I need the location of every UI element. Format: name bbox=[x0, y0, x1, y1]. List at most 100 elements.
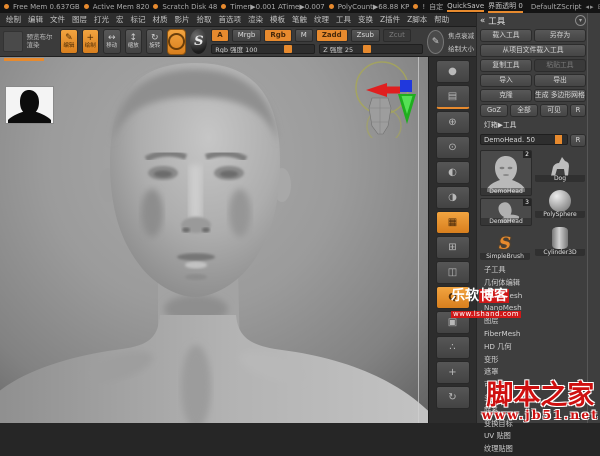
menu-texture[interactable]: 纹理 bbox=[314, 14, 329, 25]
dots-icon[interactable]: ∴ bbox=[436, 336, 470, 359]
alert-mark: ! bbox=[422, 3, 425, 11]
active-tool-slider[interactable]: DemoHead. 50 bbox=[480, 134, 568, 145]
menu-stroke[interactable]: 笔触 bbox=[292, 14, 307, 25]
goz-visible-button[interactable]: 可见 bbox=[540, 104, 568, 117]
menu-picker[interactable]: 拾取 bbox=[197, 14, 212, 25]
paste-tool-button[interactable]: 粘贴工具 bbox=[534, 59, 586, 72]
tool-thumb-demohead[interactable]: 2 DemoHead bbox=[480, 150, 532, 196]
draw-size-slider[interactable]: 绘制大小 bbox=[448, 43, 475, 53]
menu-stencil[interactable]: 模板 bbox=[270, 14, 285, 25]
material-sphere-icon[interactable]: ● bbox=[436, 60, 470, 83]
camview-axis-widget[interactable] bbox=[354, 60, 426, 138]
custom-label: 自定 bbox=[429, 2, 443, 12]
mrgb-toggle[interactable]: Mrgb bbox=[232, 29, 262, 42]
focal-shift-icon[interactable]: ✎ bbox=[427, 30, 444, 54]
rgb-intensity-slider[interactable]: Rgb 强度 100 bbox=[211, 44, 315, 54]
quicksave-button[interactable]: QuickSave bbox=[447, 2, 484, 12]
draw-mode-button[interactable]: + 绘制 bbox=[82, 29, 99, 54]
edit-mode-button[interactable]: ✎ 编辑 bbox=[60, 29, 77, 54]
save-as-button[interactable]: 另存为 bbox=[534, 29, 586, 42]
rotate-mode-button[interactable]: ↻ 旋转 bbox=[146, 29, 163, 54]
zsub-toggle[interactable]: Zsub bbox=[351, 29, 380, 42]
scroll-icon[interactable]: ⊕ bbox=[436, 111, 470, 134]
palette-header[interactable]: « 工具 ▾ bbox=[480, 14, 586, 27]
menu-movie[interactable]: 影片 bbox=[175, 14, 190, 25]
menu-marker[interactable]: 标记 bbox=[131, 14, 146, 25]
menu-zplugin[interactable]: Z插件 bbox=[380, 14, 400, 25]
floor-grid-icon[interactable]: ⊞ bbox=[436, 236, 470, 259]
sculpt-canvas[interactable] bbox=[0, 57, 428, 423]
default-zscript-button[interactable]: DefaultZScript bbox=[531, 3, 582, 11]
menu-render[interactable]: 渲染 bbox=[248, 14, 263, 25]
import-button[interactable]: 导入 bbox=[480, 74, 532, 87]
z-intensity-slider[interactable]: Z 强度 25 bbox=[319, 44, 423, 54]
tool-thumb-dog[interactable]: Dog bbox=[535, 150, 585, 182]
status-dot-icon bbox=[4, 4, 9, 9]
lightbox-tool-button[interactable]: 灯箱▶工具 bbox=[480, 119, 586, 132]
clone-button[interactable]: 克隆 bbox=[480, 89, 532, 102]
collapse-arrow-icon[interactable]: « bbox=[480, 16, 485, 26]
zadd-toggle[interactable]: Zadd bbox=[316, 29, 348, 42]
slider-handle[interactable] bbox=[284, 45, 292, 53]
zoom-icon[interactable]: ⊙ bbox=[436, 136, 470, 159]
tool-thumb-demohead-2[interactable]: 3 DemoHead bbox=[480, 198, 532, 226]
scale-mode-button[interactable]: ↕ 缩放 bbox=[125, 29, 142, 54]
local-symmetry-icon[interactable]: ◫ bbox=[436, 261, 470, 284]
alpha-a-toggle[interactable]: A bbox=[211, 29, 228, 42]
r-button-2[interactable]: R bbox=[570, 134, 586, 147]
make-polymesh3d-button[interactable]: 生成 多边形网格物体 bbox=[534, 89, 586, 102]
section-deformation[interactable]: 变形 bbox=[480, 354, 586, 367]
brush-ring-button[interactable] bbox=[167, 29, 186, 55]
section-fibermesh[interactable]: FiberMesh bbox=[480, 328, 586, 341]
section-uv-map[interactable]: UV 贴图 bbox=[480, 430, 586, 443]
move-mode-button[interactable]: ↔ 移动 bbox=[103, 29, 120, 54]
ui-opacity-slider[interactable]: 界面透明 0 bbox=[488, 1, 523, 13]
actual-size-icon[interactable]: ◐ bbox=[436, 161, 470, 184]
menu-material[interactable]: 材质 bbox=[153, 14, 168, 25]
tool-thumb-simplebrush[interactable]: S SimpleBrush bbox=[480, 228, 530, 260]
titlebar-tools-icons[interactable]: ◂▸ ⊞ ▾ bbox=[586, 3, 600, 11]
aa-half-icon[interactable]: ◑ bbox=[436, 186, 470, 209]
menu-preferences[interactable]: 首选项 bbox=[219, 14, 242, 25]
menu-tool[interactable]: 工具 bbox=[336, 14, 351, 25]
live-boolean-label[interactable]: 预览布尔渲染 bbox=[27, 34, 57, 48]
load-from-project-button[interactable]: 从项目文件载入工具 bbox=[480, 44, 586, 57]
menu-layer[interactable]: 图层 bbox=[72, 14, 87, 25]
silhouette-thumbnail[interactable] bbox=[5, 86, 54, 124]
section-masking[interactable]: 遮罩 bbox=[480, 366, 586, 379]
menu-edit[interactable]: 编辑 bbox=[28, 14, 43, 25]
palette-menu-icon[interactable]: ▾ bbox=[575, 15, 586, 26]
slider-handle[interactable] bbox=[555, 135, 562, 144]
goz-button[interactable]: GoZ bbox=[480, 104, 508, 117]
load-tool-button[interactable]: 载入工具 bbox=[480, 29, 532, 42]
menu-transform[interactable]: 变换 bbox=[358, 14, 373, 25]
m-toggle[interactable]: M bbox=[295, 29, 313, 42]
r-button[interactable]: R bbox=[570, 104, 586, 117]
zcut-toggle[interactable]: Zcut bbox=[383, 29, 411, 42]
instance-badge: 3 bbox=[523, 199, 531, 206]
menu-help[interactable]: 帮助 bbox=[434, 14, 449, 25]
menu-light[interactable]: 打光 bbox=[94, 14, 109, 25]
boolean-preview-thumb[interactable] bbox=[3, 31, 23, 52]
copy-tool-button[interactable]: 复制工具 bbox=[480, 59, 532, 72]
section-texture-map[interactable]: 纹理贴图 bbox=[480, 443, 586, 456]
menu-draw[interactable]: 绘制 bbox=[6, 14, 21, 25]
slider-handle[interactable] bbox=[363, 45, 371, 53]
persp-grid-icon[interactable]: ▦ bbox=[436, 211, 470, 234]
gradient-swatch-icon[interactable]: ▤ bbox=[436, 85, 470, 109]
menu-file[interactable]: 文件 bbox=[50, 14, 65, 25]
menu-zscript[interactable]: Z脚本 bbox=[407, 14, 427, 25]
focal-shift-slider[interactable]: 焦点衰减 ( bbox=[448, 30, 475, 40]
current-brush-preview[interactable]: S bbox=[190, 29, 207, 54]
rgb-toggle[interactable]: Rgb bbox=[264, 29, 291, 42]
section-subtool[interactable]: 子工具 bbox=[480, 264, 586, 277]
move-nav-icon[interactable]: + bbox=[436, 361, 470, 384]
goz-all-button[interactable]: 全部 bbox=[510, 104, 538, 117]
menu-macro[interactable]: 宏 bbox=[116, 14, 124, 25]
tool-thumb-cylinder3d[interactable]: Cylinder3D bbox=[535, 220, 585, 256]
tool-thumb-polysphere[interactable]: PolySphere bbox=[535, 184, 585, 218]
size-sliders: 焦点衰减 ( 绘制大小 bbox=[448, 30, 475, 53]
section-hd-geometry[interactable]: HD 几何 bbox=[480, 341, 586, 354]
rotate-nav-icon[interactable]: ↻ bbox=[436, 386, 470, 409]
export-button[interactable]: 导出 bbox=[534, 74, 586, 87]
